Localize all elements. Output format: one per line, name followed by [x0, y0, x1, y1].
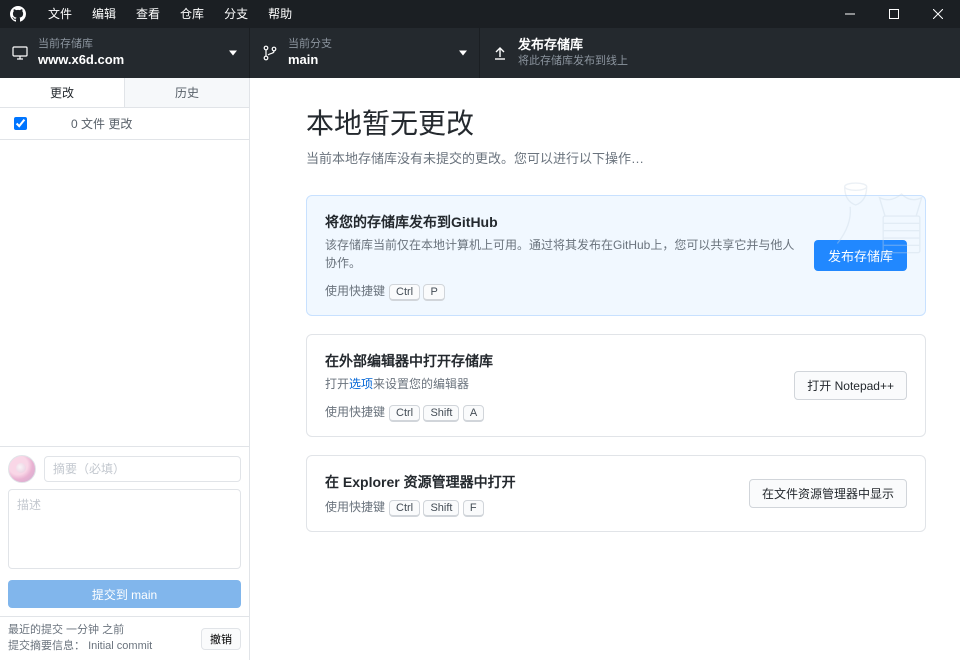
file-count-row: 0 文件 更改: [0, 108, 249, 140]
last-commit-message: Initial commit: [88, 640, 152, 652]
options-link[interactable]: 选项: [349, 377, 373, 391]
shortcut-label: 使用快捷键: [325, 498, 385, 515]
github-logo-icon: [10, 6, 26, 22]
chevron-down-icon: [459, 51, 467, 56]
avatar: [8, 455, 36, 483]
menu-item[interactable]: 编辑: [82, 0, 126, 28]
card-open-explorer: 在 Explorer 资源管理器中打开 使用快捷键 Ctrl Shift F 在…: [306, 455, 926, 532]
card-publish-title: 将您的存储库发布到GitHub: [325, 212, 798, 232]
open-editor-button[interactable]: 打开 Notepad++: [794, 371, 907, 400]
kbd-key: F: [463, 500, 484, 517]
menu-item[interactable]: 查看: [126, 0, 170, 28]
empty-state-illustration-icon: [830, 166, 940, 266]
kbd-key: P: [423, 284, 444, 301]
select-all-checkbox[interactable]: [14, 117, 27, 130]
tab-history[interactable]: 历史: [124, 78, 249, 107]
card-editor-desc: 打开选项来设置您的编辑器: [325, 375, 778, 393]
last-commit-label: 提交摘要信息：: [8, 640, 85, 652]
card-explorer-title: 在 Explorer 资源管理器中打开: [325, 472, 733, 492]
kbd-key: Ctrl: [389, 500, 420, 517]
commit-summary-input[interactable]: [44, 456, 241, 482]
current-branch-selector[interactable]: 当前分支 main: [250, 28, 480, 78]
file-count-text: 0 文件 更改: [71, 115, 132, 132]
commit-description-input[interactable]: [8, 489, 241, 569]
show-in-explorer-button[interactable]: 在文件资源管理器中显示: [749, 479, 907, 508]
sidebar: 更改 历史 0 文件 更改 提交到 main 最近的提交 一分钟 之前 提交摘要…: [0, 78, 250, 660]
card-editor-title: 在外部编辑器中打开存储库: [325, 351, 778, 371]
kbd-key: Ctrl: [389, 284, 420, 301]
kbd-key: A: [463, 405, 484, 422]
current-branch-value: main: [288, 52, 332, 69]
current-repo-selector[interactable]: 当前存储库 www.x6d.com: [0, 28, 250, 78]
main-content: 本地暂无更改 当前本地存储库没有未提交的更改。您可以进行以下操作… 将您的存储库…: [250, 78, 960, 660]
menu-item[interactable]: 仓库: [170, 0, 214, 28]
window-close-button[interactable]: [916, 0, 960, 28]
titlebar: 文件编辑查看仓库分支帮助: [0, 0, 960, 28]
kbd-key: Shift: [423, 405, 459, 422]
current-repo-value: www.x6d.com: [38, 52, 124, 69]
publish-title: 发布存储库: [518, 37, 628, 54]
current-branch-label: 当前分支: [288, 37, 332, 51]
menu-item[interactable]: 帮助: [258, 0, 302, 28]
last-commit-time: 最近的提交 一分钟 之前: [8, 623, 152, 638]
commit-button[interactable]: 提交到 main: [8, 580, 241, 608]
publish-repo-button[interactable]: 发布存储库 将此存储库发布到线上: [480, 28, 960, 78]
last-commit-bar: 最近的提交 一分钟 之前 提交摘要信息： Initial commit 撤销: [0, 616, 249, 660]
kbd-key: Ctrl: [389, 405, 420, 422]
menu-item[interactable]: 文件: [38, 0, 82, 28]
current-repo-label: 当前存储库: [38, 37, 124, 51]
branch-icon: [262, 45, 278, 61]
window-maximize-button[interactable]: [872, 0, 916, 28]
upload-icon: [492, 45, 508, 61]
page-title: 本地暂无更改: [306, 102, 926, 142]
window-minimize-button[interactable]: [828, 0, 872, 28]
publish-subtitle: 将此存储库发布到线上: [518, 54, 628, 68]
monitor-icon: [12, 45, 28, 61]
menu-item[interactable]: 分支: [214, 0, 258, 28]
card-open-editor: 在外部编辑器中打开存储库 打开选项来设置您的编辑器 使用快捷键 Ctrl Shi…: [306, 334, 926, 437]
undo-button[interactable]: 撤销: [201, 628, 241, 650]
shortcut-label: 使用快捷键: [325, 403, 385, 420]
kbd-key: Shift: [423, 500, 459, 517]
page-subtitle: 当前本地存储库没有未提交的更改。您可以进行以下操作…: [306, 148, 926, 167]
toolbar: 当前存储库 www.x6d.com 当前分支 main 发布存储库 将此存储库发…: [0, 28, 960, 78]
shortcut-label: 使用快捷键: [325, 282, 385, 299]
card-publish-desc: 该存储库当前仅在本地计算机上可用。通过将其发布在GitHub上，您可以共享它并与…: [325, 236, 798, 272]
chevron-down-icon: [229, 51, 237, 56]
commit-form: 提交到 main: [0, 446, 249, 616]
tab-changes[interactable]: 更改: [0, 78, 124, 107]
